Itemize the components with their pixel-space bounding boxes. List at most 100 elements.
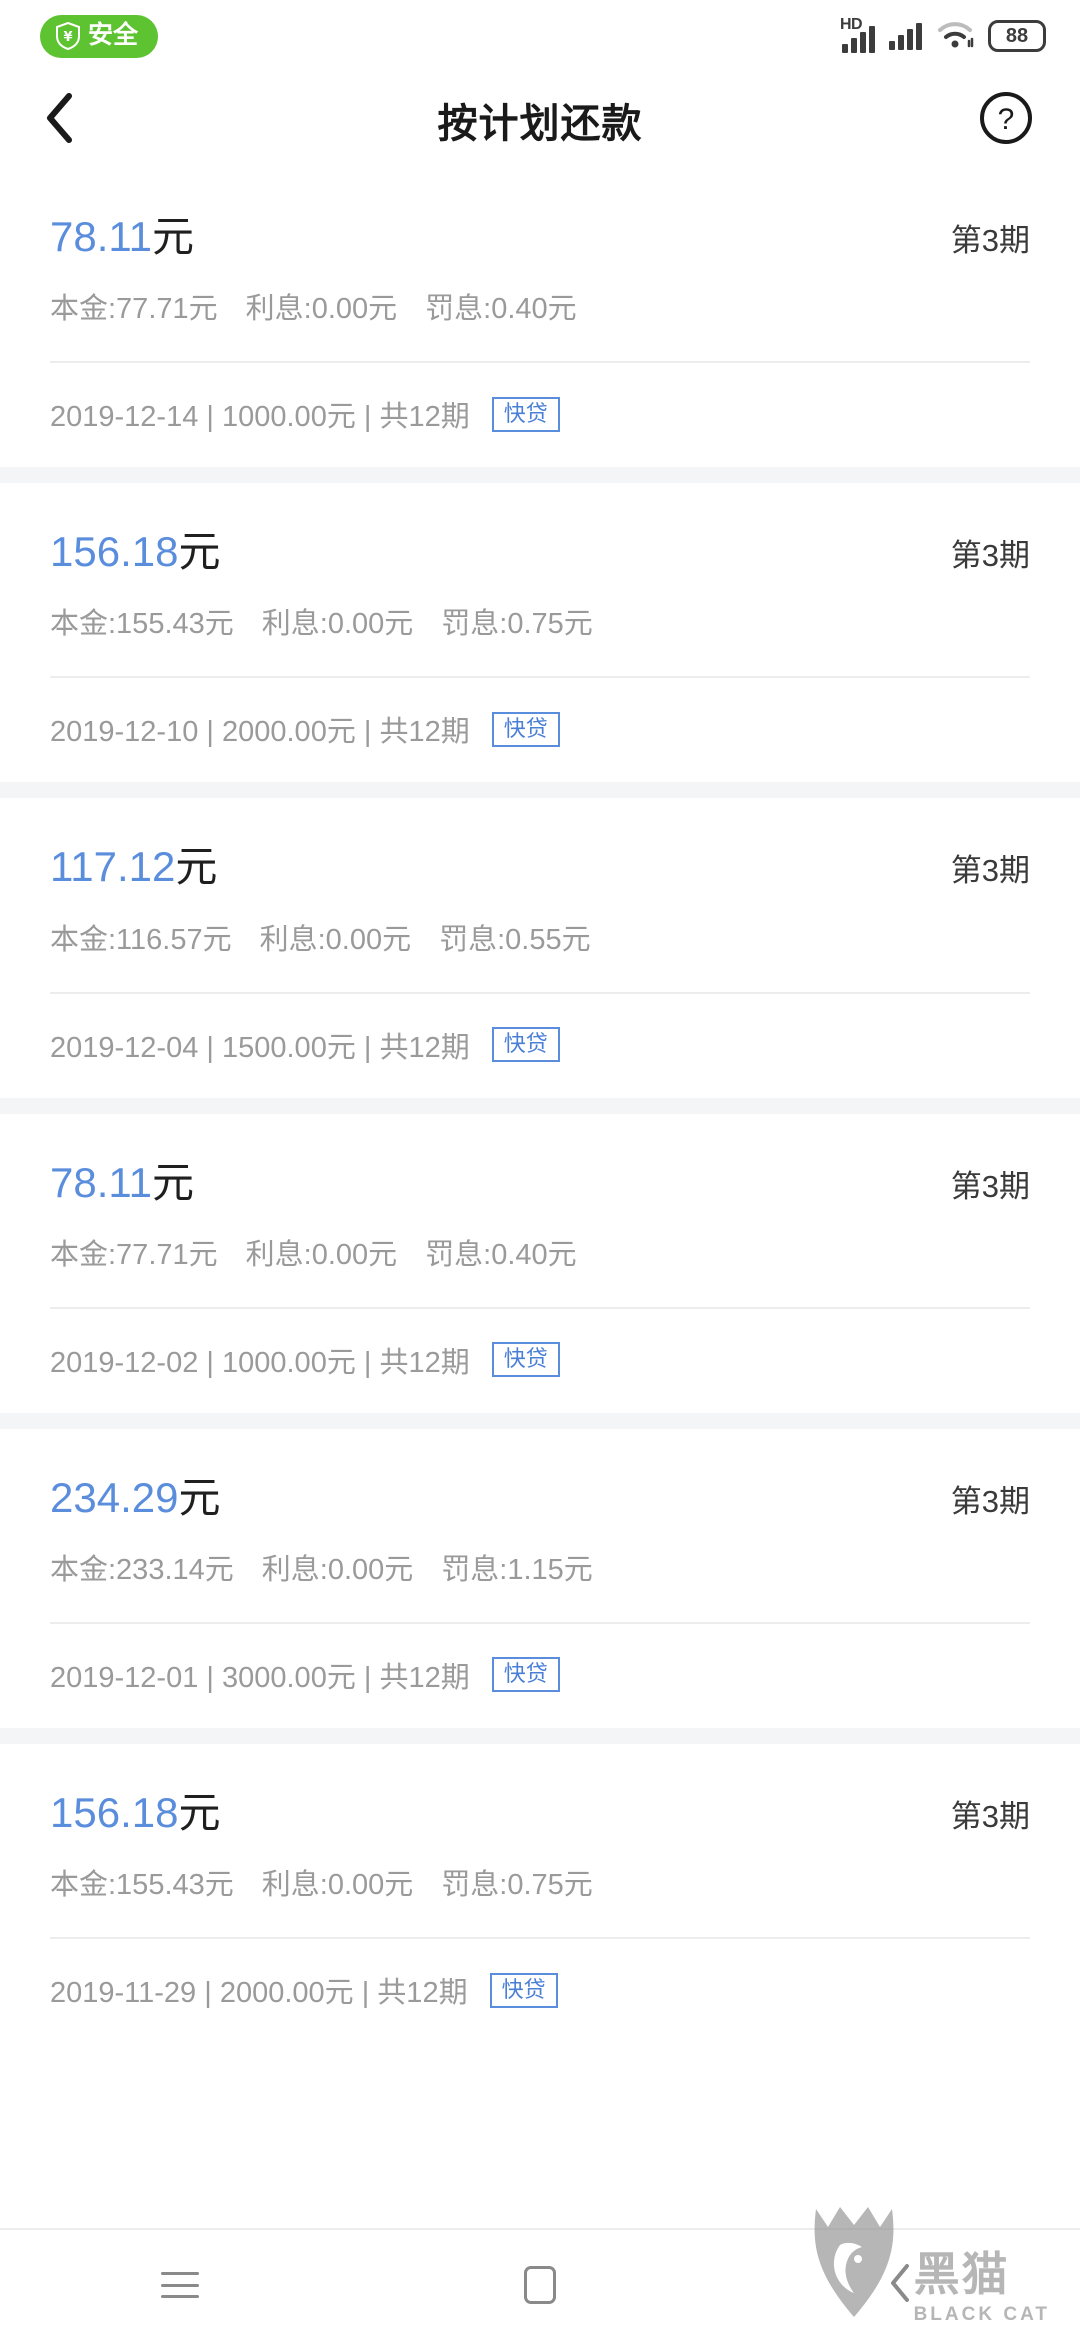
card-footer-row: 2019-12-10 | 2000.00元 | 共12期 快贷 [50, 676, 1030, 782]
list-item[interactable]: 117.12元 第3期 本金:116.57元 利息:0.00元 罚息:0.55元 2… [0, 798, 1080, 1098]
loan-type-tag: 快贷 [491, 396, 560, 432]
repayment-plan-list[interactable]: 78.11元 第3期 本金:77.71元 利息:0.00元 罚息:0.40元 201… [0, 168, 1080, 2044]
loan-type-tag: 快贷 [491, 1342, 560, 1378]
card-header-row: 78.11元 第3期 [50, 1114, 1030, 1206]
amount-unit: 元 [152, 1158, 195, 1206]
help-button[interactable]: ? [978, 91, 1034, 148]
loan-meta: 2019-12-04 | 1500.00元 | 共12期 [50, 1031, 470, 1064]
loan-meta: 2019-12-10 | 2000.00元 | 共12期 [50, 716, 470, 749]
signal-bars-icon-2 [889, 22, 922, 50]
principal-value: 本金:77.71元 [50, 293, 218, 326]
nav-home-button[interactable] [360, 2266, 720, 2304]
hd-signal-group: HD [840, 16, 875, 53]
battery-level: 88 [1005, 24, 1029, 47]
amount-number: 78.11 [50, 1158, 152, 1206]
loan-meta: 2019-12-02 | 1000.00元 | 共12期 [50, 1346, 470, 1379]
amount-breakdown: 本金:155.43元 利息:0.00元 罚息:0.75元 [50, 1836, 1030, 1937]
card-footer-row: 2019-12-02 | 1000.00元 | 共12期 快贷 [50, 1306, 1030, 1413]
home-square-icon [524, 2266, 556, 2304]
penalty-value: 罚息:0.55元 [439, 923, 591, 956]
amount-number: 117.12 [50, 843, 176, 891]
list-item[interactable]: 78.11元 第3期 本金:77.71元 利息:0.00元 罚息:0.40元 201… [0, 1113, 1080, 1413]
list-item[interactable]: 78.11元 第3期 本金:77.71元 利息:0.00元 罚息:0.40元 201… [0, 168, 1080, 468]
loan-meta: 2019-12-01 | 3000.00元 | 共12期 [50, 1661, 470, 1694]
safe-badge-label: 安全 [88, 21, 139, 49]
amount-breakdown: 本金:77.71元 利息:0.00元 罚息:0.40元 [50, 1206, 1030, 1307]
system-navigation-bar [0, 2228, 1080, 2340]
chevron-left-icon [42, 90, 76, 151]
principal-value: 本金:233.14元 [50, 1553, 234, 1586]
installment-period: 第3期 [950, 1483, 1030, 1519]
wifi-icon [936, 19, 974, 54]
card-footer-row: 2019-12-14 | 1000.00元 | 共12期 快贷 [50, 361, 1030, 467]
loan-meta: 2019-11-29 | 2000.00元 | 共12期 [50, 1977, 468, 2010]
principal-value: 本金:77.71元 [50, 1238, 218, 1271]
installment-period: 第3期 [950, 538, 1030, 574]
amount-breakdown: 本金:233.14元 利息:0.00元 罚息:1.15元 [50, 1521, 1030, 1622]
installment-period: 第3期 [950, 1168, 1030, 1204]
interest-value: 利息:0.00元 [261, 608, 414, 641]
shield-yuan-icon: ¥ [55, 21, 81, 50]
back-button[interactable] [42, 92, 98, 148]
penalty-value: 罚息:0.40元 [425, 293, 577, 326]
card-header-row: 117.12元 第3期 [50, 798, 1030, 890]
card-header-row: 156.18元 第3期 [50, 1744, 1030, 1836]
nav-back-button[interactable] [720, 2262, 1080, 2309]
amount-unit: 元 [178, 1473, 221, 1521]
principal-value: 本金:155.43元 [50, 608, 234, 641]
repayment-amount: 156.18元 [50, 529, 220, 575]
installment-period: 第3期 [950, 853, 1030, 889]
repayment-amount: 78.11元 [50, 213, 195, 260]
battery-indicator: 88 [988, 20, 1046, 52]
card-footer-row: 2019-12-04 | 1500.00元 | 共12期 快贷 [50, 991, 1030, 1098]
amount-unit: 元 [175, 843, 218, 891]
status-indicators: HD 88 [840, 16, 1046, 54]
repayment-amount: 156.18元 [50, 1788, 221, 1836]
amount-number: 78.11 [50, 213, 152, 260]
loan-type-tag: 快贷 [491, 1027, 560, 1063]
safe-mode-badge: ¥ 安全 [40, 14, 159, 58]
app-header: 按计划还款 ? [0, 72, 1080, 168]
penalty-value: 罚息:0.75元 [441, 1869, 593, 1902]
interest-value: 利息:0.00元 [259, 923, 412, 956]
amount-unit: 元 [178, 1788, 221, 1836]
interest-value: 利息:0.00元 [245, 1238, 398, 1271]
list-item[interactable]: 234.29元 第3期 本金:233.14元 利息:0.00元 罚息:1.15元 2… [0, 1428, 1080, 1728]
card-footer-row: 2019-12-01 | 3000.00元 | 共12期 快贷 [50, 1621, 1030, 1728]
loan-type-tag: 快贷 [491, 711, 560, 747]
amount-breakdown: 本金:155.43元 利息:0.00元 罚息:0.75元 [50, 575, 1030, 676]
svg-text:¥: ¥ [63, 30, 72, 45]
amount-unit: 元 [152, 213, 195, 260]
installment-period: 第3期 [950, 223, 1030, 258]
card-footer-row: 2019-11-29 | 2000.00元 | 共12期 快贷 [50, 1937, 1030, 2043]
penalty-value: 罚息:0.40元 [425, 1238, 577, 1271]
amount-number: 156.18 [50, 1788, 179, 1836]
page-title: 按计划还款 [437, 102, 643, 146]
svg-text:?: ? [998, 103, 1015, 136]
loan-type-tag: 快贷 [489, 1972, 558, 2008]
chevron-left-icon [887, 2262, 913, 2309]
repayment-amount: 117.12元 [50, 844, 217, 890]
amount-breakdown: 本金:77.71元 利息:0.00元 罚息:0.40元 [50, 260, 1030, 361]
installment-period: 第3期 [950, 1798, 1030, 1834]
interest-value: 利息:0.00元 [245, 293, 398, 326]
hd-label: HD [840, 16, 863, 33]
card-header-row: 156.18元 第3期 [50, 483, 1030, 575]
status-bar: ¥ 安全 HD 88 [0, 0, 1080, 72]
list-item[interactable]: 156.18元 第3期 本金:155.43元 利息:0.00元 罚息:0.75元 2… [0, 483, 1080, 783]
repayment-amount: 234.29元 [50, 1473, 221, 1521]
card-header-row: 234.29元 第3期 [50, 1429, 1030, 1521]
loan-meta: 2019-12-14 | 1000.00元 | 共12期 [50, 401, 470, 434]
principal-value: 本金:155.43元 [50, 1869, 234, 1902]
card-header-row: 78.11元 第3期 [50, 168, 1030, 260]
penalty-value: 罚息:0.75元 [441, 608, 593, 641]
interest-value: 利息:0.00元 [261, 1553, 414, 1586]
amount-breakdown: 本金:116.57元 利息:0.00元 罚息:0.55元 [50, 891, 1030, 992]
amount-number: 234.29 [50, 1473, 179, 1521]
principal-value: 本金:116.57元 [50, 923, 232, 956]
loan-type-tag: 快贷 [491, 1657, 560, 1693]
list-item[interactable]: 156.18元 第3期 本金:155.43元 利息:0.00元 罚息:0.75元 2… [0, 1743, 1080, 2044]
penalty-value: 罚息:1.15元 [441, 1553, 593, 1586]
nav-recents-button[interactable] [0, 2272, 360, 2298]
amount-number: 156.18 [50, 528, 179, 576]
